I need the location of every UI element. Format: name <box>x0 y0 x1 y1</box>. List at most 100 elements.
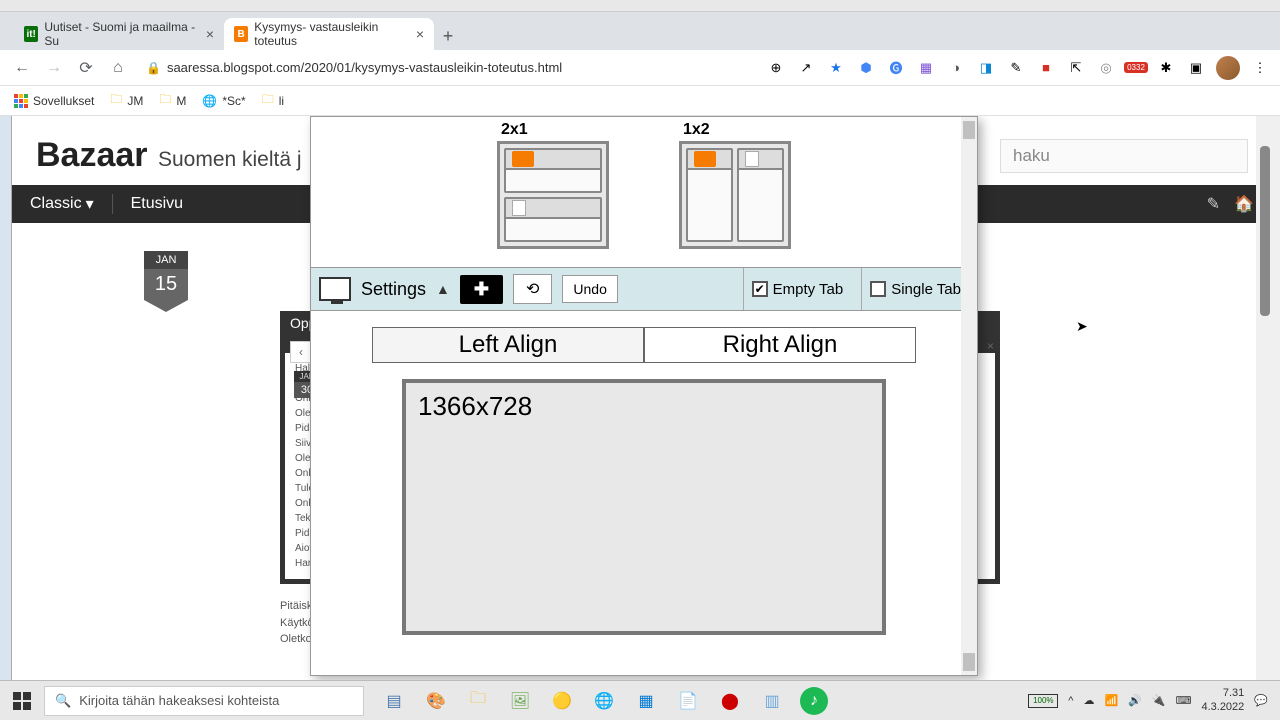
bookmark-folder-jm[interactable]: 🗀JM <box>110 90 143 111</box>
pencil-icon[interactable]: ✎ <box>1006 58 1026 78</box>
align-buttons: Left Align Right Align <box>311 311 977 373</box>
apps-shortcut[interactable]: Sovellukset <box>14 94 94 108</box>
taskview-icon[interactable]: ▤ <box>380 687 408 715</box>
volume-icon[interactable]: 🔊 <box>1128 694 1142 707</box>
search-icon: 🔍 <box>55 693 71 709</box>
menu-icon[interactable]: ⋮ <box>1250 58 1270 78</box>
clock[interactable]: 7.31 4.3.2022 <box>1201 687 1244 713</box>
tab-uutiset[interactable]: it! Uutiset - Suomi ja maailma - Su × <box>14 18 224 50</box>
url-field[interactable]: 🔒 saaressa.blogspot.com/2020/01/kysymys-… <box>138 60 758 75</box>
back-button[interactable]: ← <box>10 56 34 80</box>
bookmark-sc[interactable]: 🌐*Sc* <box>202 94 245 108</box>
close-overlay-button[interactable]: × <box>987 339 1003 355</box>
notifications-icon[interactable]: 💬 <box>1254 694 1268 707</box>
resolution-box[interactable]: 1366x728 <box>402 379 886 635</box>
chevron-up-icon[interactable]: ▲ <box>436 281 450 297</box>
panel-toolbar: Settings ▲ ✚ ⟲ Undo ✔ Empty Tab Single T… <box>311 267 977 311</box>
spotify-icon[interactable]: ♪ <box>800 687 828 715</box>
app-icon[interactable]: ⬤ <box>716 687 744 715</box>
tab-kysymys[interactable]: B Kysymys- vastausleikin toteutus × <box>224 18 434 50</box>
app-icon[interactable]: 🎨 <box>422 687 450 715</box>
power-icon[interactable]: 🔌 <box>1152 694 1166 707</box>
blog-search-input[interactable]: haku <box>1000 139 1248 173</box>
reload-button[interactable]: ⟳ <box>74 56 98 80</box>
blog-title: Bazaar <box>36 136 148 174</box>
page-icon <box>745 151 759 167</box>
blog-subtitle: Suomen kieltä j <box>158 148 302 171</box>
zoom-icon[interactable]: ⊕ <box>766 58 786 78</box>
post-date-flag: JAN 15 <box>144 251 188 312</box>
layout-1x2[interactable]: 1x2 <box>679 121 791 267</box>
ext-badge[interactable]: 0332 <box>1126 58 1146 78</box>
display-icon[interactable] <box>319 277 351 301</box>
tab-resize-icon[interactable]: ◨ <box>976 58 996 78</box>
globe-icon: 🌐 <box>202 94 217 108</box>
settings-button[interactable]: Settings <box>361 279 426 300</box>
view-dropdown[interactable]: Classic▾ <box>30 194 94 214</box>
tab-resize-panel: 2x1 1x2 Settings ▲ ✚ ⟲ Undo <box>310 116 978 676</box>
profile-avatar[interactable] <box>1216 56 1240 80</box>
date: 4.3.2022 <box>1201 701 1244 714</box>
address-bar: ← → ⟳ ⌂ 🔒 saaressa.blogspot.com/2020/01/… <box>0 50 1280 86</box>
taskbar-search[interactable]: 🔍 Kirjoita tähän hakeaksesi kohteista <box>44 686 364 716</box>
tray-chevron-icon[interactable]: ^ <box>1068 695 1073 707</box>
nav-home[interactable]: Etusivu <box>131 195 183 213</box>
onedrive-icon[interactable]: ☁ <box>1083 694 1094 707</box>
wifi-icon[interactable]: 📶 <box>1104 694 1118 707</box>
single-tab-checkbox[interactable]: Single Tab <box>861 268 969 310</box>
forward-button[interactable]: → <box>42 56 66 80</box>
titlebar <box>0 0 1280 12</box>
lock-icon: 🔒 <box>146 61 161 75</box>
layout-label: 1x2 <box>679 121 791 139</box>
home-icon[interactable]: 🏠 <box>1234 194 1254 214</box>
start-button[interactable] <box>0 681 44 721</box>
layout-options: 2x1 1x2 <box>311 117 977 267</box>
tab-strip: it! Uutiset - Suomi ja maailma - Su × B … <box>0 12 1280 50</box>
search-placeholder: Kirjoita tähän hakeaksesi kohteista <box>79 693 279 708</box>
translate-icon[interactable]: 🅖 <box>886 58 906 78</box>
refresh-button[interactable]: ⟲ <box>513 274 552 304</box>
ext-icon[interactable]: ⬢ <box>856 58 876 78</box>
layout-2x1[interactable]: 2x1 <box>497 121 609 267</box>
resolution-text: 1366x728 <box>418 391 532 421</box>
app-icon[interactable]: ▦ <box>632 687 660 715</box>
empty-tab-checkbox[interactable]: ✔ Empty Tab <box>743 268 852 310</box>
star-icon[interactable]: ★ <box>826 58 846 78</box>
left-align-button[interactable]: Left Align <box>372 327 644 363</box>
bookmark-folder-li[interactable]: 🗀li <box>262 90 284 111</box>
extensions-icon[interactable]: ✱ <box>1156 58 1176 78</box>
notepad-icon[interactable]: 📄 <box>674 687 702 715</box>
explorer-icon[interactable]: 🗀 <box>464 687 492 715</box>
blogger-icon <box>694 151 716 167</box>
sidepanel-icon[interactable]: ▣ <box>1186 58 1206 78</box>
home-button[interactable]: ⌂ <box>106 56 130 80</box>
new-tab-button[interactable]: + <box>434 22 462 50</box>
edit-icon[interactable]: ✎ <box>1207 194 1220 214</box>
toolbar-icons: ⊕ ↗ ★ ⬢ 🅖 ▦ ◑ ◨ ✎ ■ ⇱ ◎ 0332 ✱ ▣ ⋮ <box>766 56 1270 80</box>
time: 7.31 <box>1201 687 1244 700</box>
chrome-icon[interactable]: 🟡 <box>548 687 576 715</box>
prev-post-button[interactable]: ‹ <box>290 341 312 363</box>
ext-icon[interactable]: ◎ <box>1096 58 1116 78</box>
blogger-icon <box>512 151 534 167</box>
scrollbar-thumb[interactable] <box>1260 146 1270 316</box>
close-icon[interactable]: × <box>206 26 214 42</box>
close-icon[interactable]: × <box>416 26 424 42</box>
app-icon[interactable]: 🖼 <box>506 687 534 715</box>
share-icon[interactable]: ↗ <box>796 58 816 78</box>
app-icon[interactable]: ▥ <box>758 687 786 715</box>
bookmark-folder-m[interactable]: 🗀M <box>159 90 186 111</box>
right-align-button[interactable]: Right Align <box>644 327 916 363</box>
page-scrollbar[interactable] <box>1256 116 1272 680</box>
add-layout-button[interactable]: ✚ <box>460 275 503 304</box>
ext-icon[interactable]: ◑ <box>946 58 966 78</box>
ext-icon[interactable]: ■ <box>1036 58 1056 78</box>
undo-button[interactable]: Undo <box>562 275 617 303</box>
language-icon[interactable]: ⌨ <box>1176 694 1192 707</box>
date-month: JAN <box>144 251 188 269</box>
battery-indicator[interactable]: 100% <box>1028 694 1058 708</box>
ext-icon[interactable]: ⇱ <box>1066 58 1086 78</box>
ext-icon[interactable]: ▦ <box>916 58 936 78</box>
edge-icon[interactable]: 🌐 <box>590 687 618 715</box>
page-icon <box>512 200 526 216</box>
